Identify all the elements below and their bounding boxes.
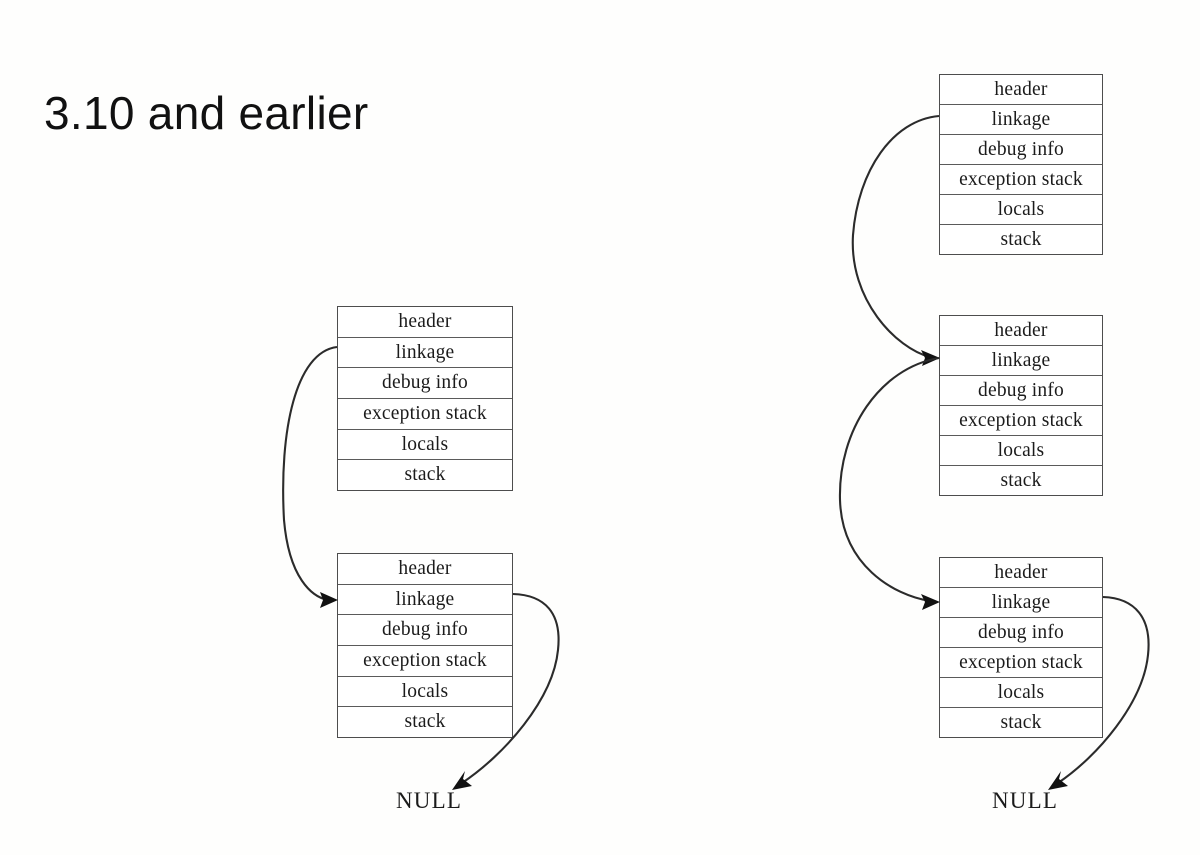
frame-row-header: header bbox=[940, 75, 1102, 105]
right-null-terminator-label: NULL bbox=[992, 788, 1059, 813]
page-title: 3.10 and earlier bbox=[44, 87, 369, 139]
frame-row-header: header bbox=[940, 558, 1102, 588]
frame-row-locals: locals bbox=[338, 677, 512, 708]
frame-row-exception-stack: exception stack bbox=[338, 646, 512, 677]
frame-row-debug-info: debug info bbox=[940, 618, 1102, 648]
left-null-terminator-label: NULL bbox=[396, 788, 463, 813]
frame-row-exception-stack: exception stack bbox=[940, 165, 1102, 195]
frame-row-debug-info: debug info bbox=[338, 615, 512, 647]
frame-row-stack: stack bbox=[404, 711, 446, 733]
left-link-arrowhead-1-to-2 bbox=[320, 592, 338, 608]
frame-row-header: header bbox=[338, 554, 512, 585]
frame-row-debug-info: debug info bbox=[940, 376, 1102, 406]
right-link-curve-1-to-2 bbox=[851, 114, 940, 359]
right-frame-3: header linkage debug info exception stac… bbox=[939, 557, 1103, 738]
right-link-arrowhead-1-to-2 bbox=[921, 350, 940, 366]
frame-row-stack: stack bbox=[1000, 711, 1042, 733]
frame-row-linkage: linkage bbox=[940, 105, 1102, 135]
frame-row-debug-info: debug info bbox=[338, 368, 512, 400]
left-frame-2: header linkage debug info exception stac… bbox=[337, 553, 513, 738]
right-frame-2: header linkage debug info exception stac… bbox=[939, 315, 1103, 496]
frame-row-locals: locals bbox=[940, 195, 1102, 225]
frame-row-linkage: linkage bbox=[940, 588, 1102, 618]
frame-row-locals: locals bbox=[940, 678, 1102, 708]
frame-row-linkage: linkage bbox=[338, 338, 512, 369]
frame-row-header: header bbox=[940, 316, 1102, 346]
slide-canvas: 3.10 and earlier header linkage debug in… bbox=[0, 0, 1200, 855]
frame-row-stack: stack bbox=[1000, 469, 1042, 491]
frame-row-debug-info: debug info bbox=[940, 135, 1102, 165]
left-frame-1: header linkage debug info exception stac… bbox=[337, 306, 513, 491]
frame-row-linkage: linkage bbox=[338, 585, 512, 616]
frame-row-locals: locals bbox=[338, 430, 512, 461]
left-link-curve-1-to-2 bbox=[282, 345, 338, 602]
right-link-arrowhead-2-to-3 bbox=[921, 594, 940, 610]
frame-row-linkage: linkage bbox=[940, 346, 1102, 376]
frame-row-stack: stack bbox=[404, 464, 446, 486]
frame-row-exception-stack: exception stack bbox=[940, 648, 1102, 678]
frame-row-exception-stack: exception stack bbox=[338, 399, 512, 430]
right-frame-1: header linkage debug info exception stac… bbox=[939, 74, 1103, 255]
right-link-curve-2-to-3 bbox=[838, 356, 940, 603]
frame-row-stack: stack bbox=[1000, 228, 1042, 250]
frame-row-locals: locals bbox=[940, 436, 1102, 466]
frame-row-exception-stack: exception stack bbox=[940, 406, 1102, 436]
frame-row-header: header bbox=[338, 307, 512, 338]
